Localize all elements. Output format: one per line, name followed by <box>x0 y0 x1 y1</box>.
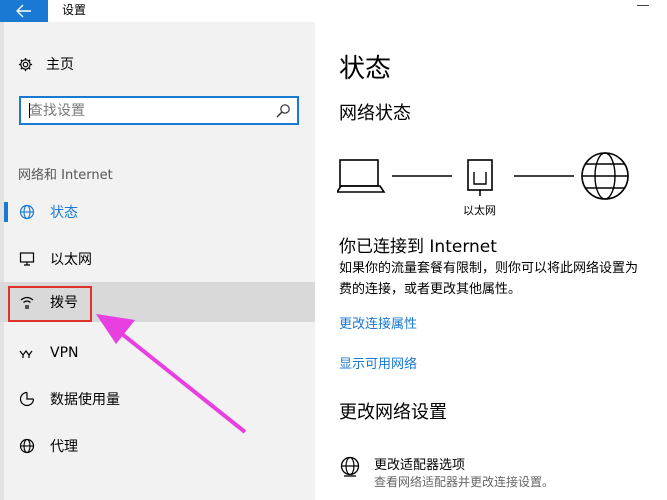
sidebar: 主页 网络和 Internet 状态 以太网 <box>0 22 315 500</box>
globe-icon <box>18 438 35 455</box>
data-usage-icon <box>18 391 35 408</box>
active-indicator <box>4 202 8 222</box>
globe-icon <box>18 204 35 221</box>
description-line: 费的连接，或者更改其他属性。 <box>339 282 522 297</box>
change-connection-properties-link[interactable]: 更改连接属性 <box>339 313 417 332</box>
change-adapter-options[interactable]: 更改适配器选项 查看网络适配器并更改连接设置。 <box>339 454 667 492</box>
sidebar-item-label: 状态 <box>50 205 78 221</box>
home-nav-item[interactable]: 主页 <box>18 53 74 75</box>
page-title: 状态 <box>339 54 392 84</box>
description-line: 如果你的流量套餐有限制，则你可以将此网络设置为 <box>339 261 639 276</box>
monitor-icon <box>18 251 35 268</box>
text-cursor <box>29 103 30 118</box>
network-status-heading: 网络状态 <box>339 103 411 124</box>
sidebar-item-label: 数据使用量 <box>50 392 120 408</box>
sidebar-item-ethernet[interactable]: 以太网 <box>0 239 315 279</box>
main-content: 状态 网络状态 以太网 你已连接到 Internet 如果你的流量套餐有限制，则… <box>315 22 667 500</box>
minimize-button[interactable] <box>637 5 649 6</box>
home-label: 主页 <box>46 57 74 73</box>
vpn-icon <box>18 345 35 362</box>
show-available-networks-link[interactable]: 显示可用网络 <box>339 353 417 372</box>
gear-icon <box>18 57 33 71</box>
sidebar-item-data-usage[interactable]: 数据使用量 <box>0 379 315 419</box>
section-label: 网络和 Internet <box>18 168 113 183</box>
back-arrow-icon <box>16 4 31 18</box>
window-title: 设置 <box>62 3 87 17</box>
search-box[interactable] <box>19 96 299 125</box>
sidebar-item-proxy[interactable]: 代理 <box>0 426 315 466</box>
change-network-settings-heading: 更改网络设置 <box>339 402 447 423</box>
internet-globe-icon <box>581 152 629 200</box>
sidebar-item-vpn[interactable]: VPN <box>0 333 315 373</box>
back-button[interactable] <box>0 0 48 22</box>
adapter-options-title: 更改适配器选项 <box>374 458 466 473</box>
globe-icon <box>340 456 360 477</box>
ethernet-port-icon <box>467 159 493 196</box>
laptop-icon <box>337 159 386 193</box>
sidebar-item-label: 代理 <box>50 439 78 455</box>
title-bar: 设置 <box>0 0 667 22</box>
sidebar-item-status[interactable]: 状态 <box>0 192 315 232</box>
metered-description: 如果你的流量套餐有限制，则你可以将此网络设置为 费的连接，或者更改其他属性。 <box>339 258 667 300</box>
sidebar-item-label: VPN <box>50 345 79 361</box>
search-icon[interactable] <box>275 103 291 119</box>
highlight-box <box>8 286 92 322</box>
connection-status-text: 你已连接到 Internet <box>339 237 497 257</box>
sidebar-item-label: 以太网 <box>50 252 92 268</box>
search-input[interactable] <box>21 98 261 123</box>
adapter-options-subtitle: 查看网络适配器并更改连接设置。 <box>374 475 555 489</box>
ethernet-label: 以太网 <box>463 204 496 217</box>
